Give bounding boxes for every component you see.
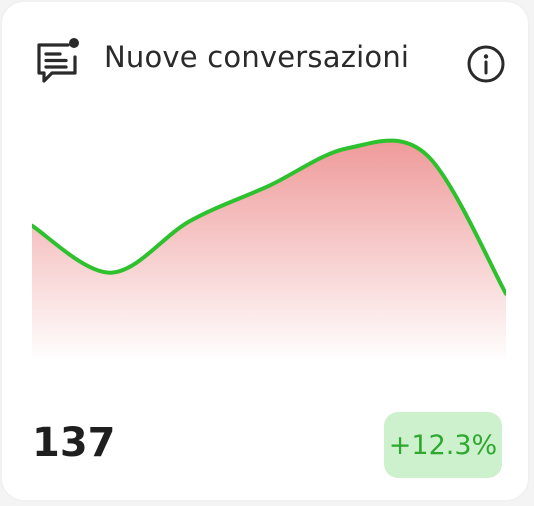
conversations-area-chart: [32, 138, 506, 362]
chart-area-fill: [32, 140, 506, 362]
info-icon[interactable]: [466, 44, 506, 84]
chat-notification-icon: [35, 37, 81, 83]
card-title: Nuove conversazioni: [104, 40, 410, 74]
new-conversations-card: Nuove conversazioni 137 +12.3%: [0, 0, 530, 502]
metric-value: 137: [32, 420, 116, 466]
card-header: Nuove conversazioni: [32, 34, 506, 90]
change-badge: +12.3%: [384, 412, 502, 478]
